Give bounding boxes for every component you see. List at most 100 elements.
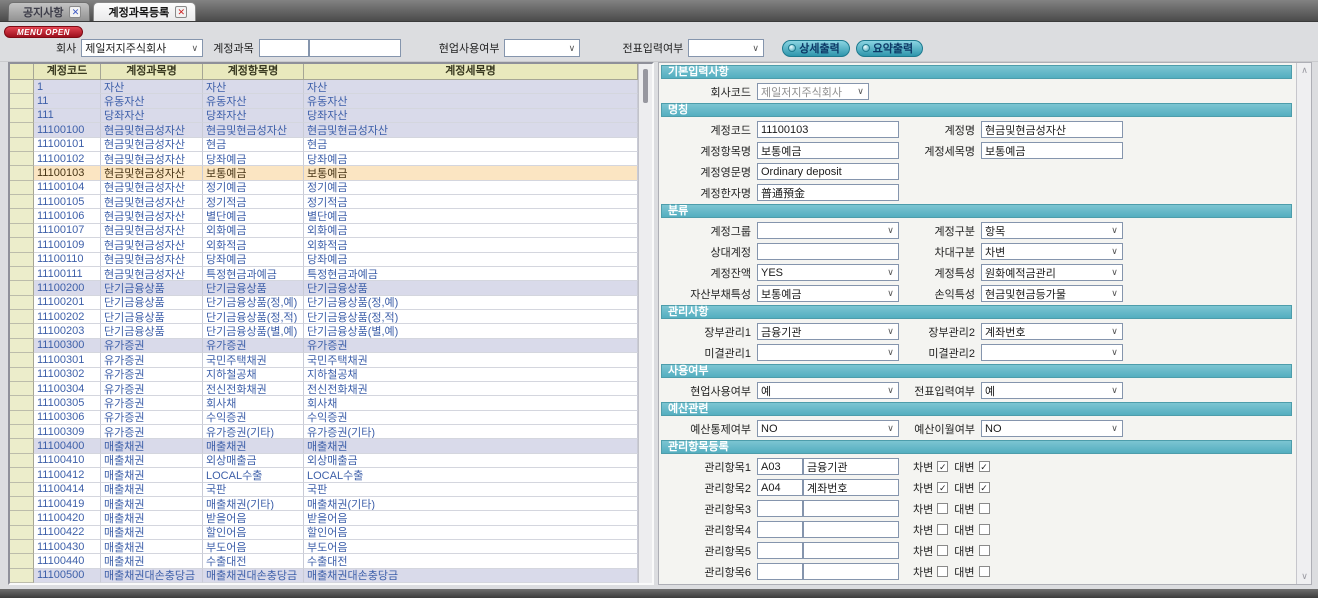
cell-account-code[interactable]: 11100309 [34, 425, 101, 439]
row-selector[interactable] [10, 439, 34, 453]
cell-account-name[interactable]: 유가증권 [101, 339, 203, 353]
table-row[interactable]: 11100500매출채권대손충당금매출채권대손충당금매출채권대손충당금 [10, 569, 638, 583]
cell-account-name[interactable]: 매출채권 [101, 526, 203, 540]
cell-detail-name[interactable]: LOCAL수출 [304, 468, 638, 482]
cell-item-name[interactable]: 정기적금 [203, 195, 304, 209]
field-use-select[interactable]: ∨ [504, 39, 580, 57]
cell-account-code[interactable]: 11100111 [34, 267, 101, 281]
cell-account-name[interactable]: 매출채권 [101, 439, 203, 453]
mgmt-name-input[interactable] [803, 458, 899, 475]
row-selector[interactable] [10, 526, 34, 540]
cell-account-code[interactable]: 11100414 [34, 483, 101, 497]
row-selector[interactable] [10, 368, 34, 382]
cell-item-name[interactable]: 특정현금과예금 [203, 267, 304, 281]
debit-checkbox[interactable] [937, 566, 948, 577]
cell-item-name[interactable]: 유동자산 [203, 94, 304, 108]
mgmt-name-input[interactable] [803, 500, 899, 517]
cell-account-code[interactable]: 11100100 [34, 123, 101, 137]
cell-account-name[interactable]: 유가증권 [101, 425, 203, 439]
mgmt-name-input[interactable] [803, 521, 899, 538]
cell-item-name[interactable]: 단기금융상품 [203, 281, 304, 295]
cell-item-name[interactable]: 현금 [203, 138, 304, 152]
cell-item-name[interactable]: 정기예금 [203, 181, 304, 195]
cell-account-name[interactable]: 단기금융상품 [101, 310, 203, 324]
cell-item-name[interactable]: 할인어음 [203, 526, 304, 540]
cell-detail-name[interactable]: 할인어음 [304, 526, 638, 540]
mgmt-code-input[interactable] [757, 542, 803, 559]
cell-detail-name[interactable]: 부도어음 [304, 540, 638, 554]
item-name-field[interactable] [757, 142, 899, 159]
mgmt-code-input[interactable] [757, 563, 803, 580]
detail-name-field[interactable] [981, 142, 1123, 159]
budget-carryover-select[interactable]: NO ∨ [981, 420, 1123, 437]
cell-detail-name[interactable]: 유가증권 [304, 339, 638, 353]
row-selector[interactable] [10, 267, 34, 281]
credit-checkbox[interactable]: ✓ [979, 482, 990, 493]
grid-scrollbar[interactable] [638, 64, 652, 583]
tab-notice[interactable]: 공지사항 ✕ [8, 2, 90, 21]
account-division-select[interactable]: 항목 ∨ [981, 222, 1123, 239]
column-header-item[interactable]: 계정항목명 [203, 64, 304, 80]
detail-print-button[interactable]: 상세출력 [782, 40, 849, 57]
summary-print-button[interactable]: 요약출력 [856, 40, 923, 57]
cell-account-code[interactable]: 11100302 [34, 368, 101, 382]
cell-item-name[interactable]: 자산 [203, 80, 304, 94]
column-header-code[interactable]: 계정코드 [34, 64, 101, 80]
cell-item-name[interactable]: 지하철공채 [203, 368, 304, 382]
table-row[interactable]: 11100420매출채권받을어음받을어음 [10, 511, 638, 525]
debit-checkbox[interactable] [937, 545, 948, 556]
close-icon[interactable]: ✕ [69, 6, 81, 18]
scroll-down-icon[interactable]: ∨ [1297, 571, 1312, 582]
cell-item-name[interactable]: 외상매출금 [203, 454, 304, 468]
credit-checkbox[interactable] [979, 524, 990, 535]
cell-account-name[interactable]: 현금및현금성자산 [101, 123, 203, 137]
cell-account-code[interactable]: 1 [34, 80, 101, 94]
cell-detail-name[interactable]: 국판 [304, 483, 638, 497]
cell-item-name[interactable]: 국민주택채권 [203, 353, 304, 367]
cell-account-name[interactable]: 매출채권 [101, 511, 203, 525]
table-row[interactable]: 11100304유가증권전신전화채권전신전화채권 [10, 382, 638, 396]
cell-detail-name[interactable]: 단기금융상품(정,적) [304, 310, 638, 324]
cell-item-name[interactable]: 전신전화채권 [203, 382, 304, 396]
close-icon[interactable]: ✕ [175, 6, 187, 18]
cell-account-name[interactable]: 현금및현금성자산 [101, 152, 203, 166]
cell-account-code[interactable]: 11100106 [34, 209, 101, 223]
table-row[interactable]: 11100110현금및현금성자산당좌예금당좌예금 [10, 253, 638, 267]
cell-item-name[interactable]: 매출채권(기타) [203, 497, 304, 511]
cell-item-name[interactable]: 외화적금 [203, 238, 304, 252]
cell-account-code[interactable]: 11100201 [34, 296, 101, 310]
cell-account-code[interactable]: 11100412 [34, 468, 101, 482]
row-selector[interactable] [10, 109, 34, 123]
table-row[interactable]: 11100101현금및현금성자산현금현금 [10, 138, 638, 152]
mgmt-code-input[interactable] [757, 521, 803, 538]
row-selector[interactable] [10, 80, 34, 94]
cell-account-name[interactable]: 현금및현금성자산 [101, 166, 203, 180]
menu-open-button[interactable]: MENU OPEN [4, 26, 83, 38]
row-selector[interactable] [10, 152, 34, 166]
mgmt-code-input[interactable] [757, 479, 803, 496]
account-name-input[interactable] [309, 39, 401, 57]
cell-account-name[interactable]: 단기금융상품 [101, 296, 203, 310]
hanja-name-field[interactable] [757, 184, 899, 201]
cell-item-name[interactable]: 외화예금 [203, 224, 304, 238]
cell-account-code[interactable]: 11100203 [34, 324, 101, 338]
counter-account-field[interactable] [757, 243, 899, 260]
row-selector[interactable] [10, 511, 34, 525]
debit-checkbox[interactable] [937, 503, 948, 514]
debit-checkbox[interactable] [937, 524, 948, 535]
table-row[interactable]: 11100306유가증권수익증권수익증권 [10, 411, 638, 425]
scrollbar-thumb[interactable] [643, 69, 648, 103]
column-header-detail[interactable]: 계정세목명 [304, 64, 638, 80]
cell-item-name[interactable]: 당좌예금 [203, 152, 304, 166]
cell-detail-name[interactable]: 현금 [304, 138, 638, 152]
row-selector[interactable] [10, 411, 34, 425]
account-balance-select[interactable]: YES ∨ [757, 264, 899, 281]
cell-account-code[interactable]: 11100107 [34, 224, 101, 238]
cell-account-code[interactable]: 11100422 [34, 526, 101, 540]
scroll-up-icon[interactable]: ∧ [1297, 65, 1312, 76]
cell-account-code[interactable]: 11100202 [34, 310, 101, 324]
row-selector[interactable] [10, 138, 34, 152]
table-row[interactable]: 11100201단기금융상품단기금융상품(정,예)단기금융상품(정,예) [10, 296, 638, 310]
cell-item-name[interactable]: 단기금융상품(별,예) [203, 324, 304, 338]
cell-account-code[interactable]: 11100109 [34, 238, 101, 252]
